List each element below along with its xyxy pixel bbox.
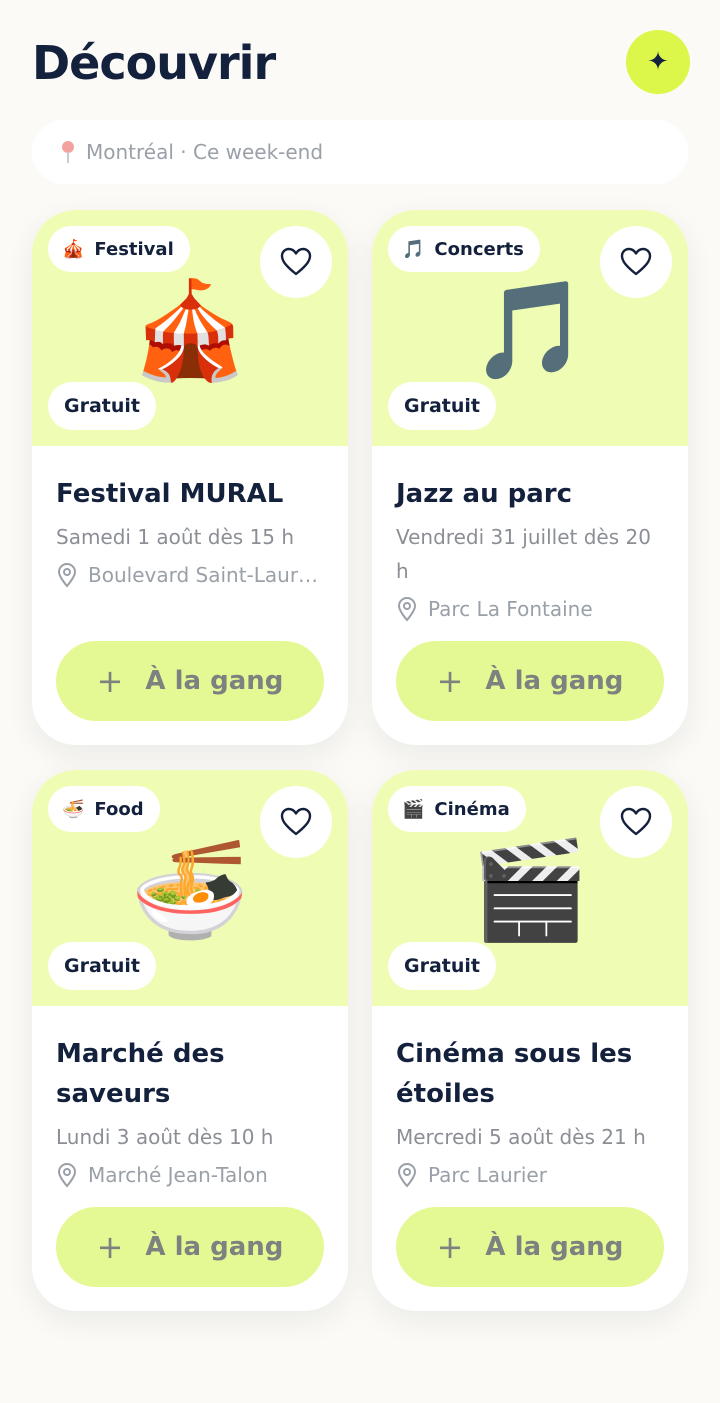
card-body: Festival MURAL Samedi 1 août dès 15 h Bo… bbox=[56, 474, 328, 588]
event-title: Cinéma sous les étoiles bbox=[396, 1039, 633, 1109]
music-note-icon: 🎵 bbox=[402, 238, 425, 260]
category-label: Concerts bbox=[434, 238, 524, 260]
join-gang-label: À la gang bbox=[485, 1232, 624, 1262]
music-note-image: 🎵 bbox=[470, 274, 590, 386]
join-gang-label: À la gang bbox=[145, 1232, 284, 1262]
event-date: Vendredi 31 juillet dès 20 h bbox=[396, 525, 651, 583]
event-location: Parc La Fontaine bbox=[396, 596, 668, 622]
event-title: Festival MURAL bbox=[56, 479, 284, 509]
category-chip[interactable]: 🎬 Cinéma bbox=[388, 786, 526, 832]
event-location: Parc Laurier bbox=[396, 1162, 668, 1188]
card-hero: 🎪 Festival 🎪 Gratuit bbox=[32, 210, 348, 446]
ramen-bowl-image: 🍜 bbox=[130, 834, 250, 946]
price-badge: Gratuit bbox=[48, 942, 156, 990]
category-chip[interactable]: 🎪 Festival bbox=[48, 226, 190, 272]
plus-icon: + bbox=[96, 662, 124, 700]
event-card[interactable]: 🎵 Concerts 🎵 Gratuit Jazz au parc Vendre… bbox=[372, 210, 688, 745]
location-filter[interactable]: Montréal · Ce week-end bbox=[32, 120, 688, 184]
card-body: Jazz au parc Vendredi 31 juillet dès 20 … bbox=[396, 474, 668, 622]
clapperboard-icon: 🎬 bbox=[402, 798, 425, 820]
category-chip[interactable]: 🎵 Concerts bbox=[388, 226, 540, 272]
sparkle-icon: ✦ bbox=[647, 47, 669, 77]
event-card[interactable]: 🎬 Cinéma 🎬 Gratuit Cinéma sous les étoil… bbox=[372, 770, 688, 1311]
location-pin-icon bbox=[397, 1163, 417, 1188]
sparkle-button[interactable]: ✦ bbox=[626, 30, 690, 94]
event-location-text: Parc Laurier bbox=[428, 1163, 547, 1187]
event-title: Marché des saveurs bbox=[56, 1039, 225, 1109]
plus-icon: + bbox=[96, 1228, 124, 1266]
event-location-text: Marché Jean-Talon bbox=[88, 1163, 268, 1187]
location-pin-icon bbox=[397, 597, 417, 622]
join-gang-label: À la gang bbox=[485, 666, 624, 696]
event-title: Jazz au parc bbox=[396, 479, 573, 509]
join-gang-button[interactable]: + À la gang bbox=[396, 641, 664, 721]
category-label: Cinéma bbox=[434, 798, 510, 820]
category-chip[interactable]: 🍜 Food bbox=[48, 786, 160, 832]
join-gang-label: À la gang bbox=[145, 666, 284, 696]
page-title: Découvrir bbox=[32, 36, 276, 90]
event-date: Lundi 3 août dès 10 h bbox=[56, 1125, 274, 1149]
event-card[interactable]: 🎪 Festival 🎪 Gratuit Festival MURAL Same… bbox=[32, 210, 348, 745]
map-pin-icon bbox=[58, 140, 78, 164]
event-location-text: Boulevard Saint-Laur… bbox=[88, 563, 319, 587]
card-hero: 🎬 Cinéma 🎬 Gratuit bbox=[372, 770, 688, 1006]
card-body: Marché des saveurs Lundi 3 août dès 10 h… bbox=[56, 1034, 328, 1188]
event-date: Samedi 1 août dès 15 h bbox=[56, 525, 295, 549]
plus-icon: + bbox=[436, 662, 464, 700]
join-gang-button[interactable]: + À la gang bbox=[56, 1207, 324, 1287]
event-location: Marché Jean-Talon bbox=[56, 1162, 328, 1188]
category-label: Festival bbox=[94, 238, 174, 260]
price-badge: Gratuit bbox=[48, 382, 156, 430]
card-body: Cinéma sous les étoiles Mercredi 5 août … bbox=[396, 1034, 668, 1188]
header: Découvrir ✦ bbox=[32, 30, 690, 100]
price-badge: Gratuit bbox=[388, 942, 496, 990]
event-location-text: Parc La Fontaine bbox=[428, 597, 593, 621]
price-badge: Gratuit bbox=[388, 382, 496, 430]
clapperboard-image: 🎬 bbox=[470, 834, 590, 946]
event-card[interactable]: 🍜 Food 🍜 Gratuit Marché des saveurs Lund… bbox=[32, 770, 348, 1311]
event-location: Boulevard Saint-Laur… bbox=[56, 562, 328, 588]
card-hero: 🍜 Food 🍜 Gratuit bbox=[32, 770, 348, 1006]
category-label: Food bbox=[94, 798, 144, 820]
location-pin-icon bbox=[57, 1163, 77, 1188]
join-gang-button[interactable]: + À la gang bbox=[56, 641, 324, 721]
ramen-bowl-icon: 🍜 bbox=[62, 798, 85, 820]
join-gang-button[interactable]: + À la gang bbox=[396, 1207, 664, 1287]
event-date: Mercredi 5 août dès 21 h bbox=[396, 1125, 646, 1149]
plus-icon: + bbox=[436, 1228, 464, 1266]
card-hero: 🎵 Concerts 🎵 Gratuit bbox=[372, 210, 688, 446]
circus-tent-image: 🎪 bbox=[130, 274, 250, 386]
location-pin-icon bbox=[57, 563, 77, 588]
circus-tent-icon: 🎪 bbox=[62, 238, 85, 260]
location-filter-text: Montréal · Ce week-end bbox=[86, 140, 324, 164]
